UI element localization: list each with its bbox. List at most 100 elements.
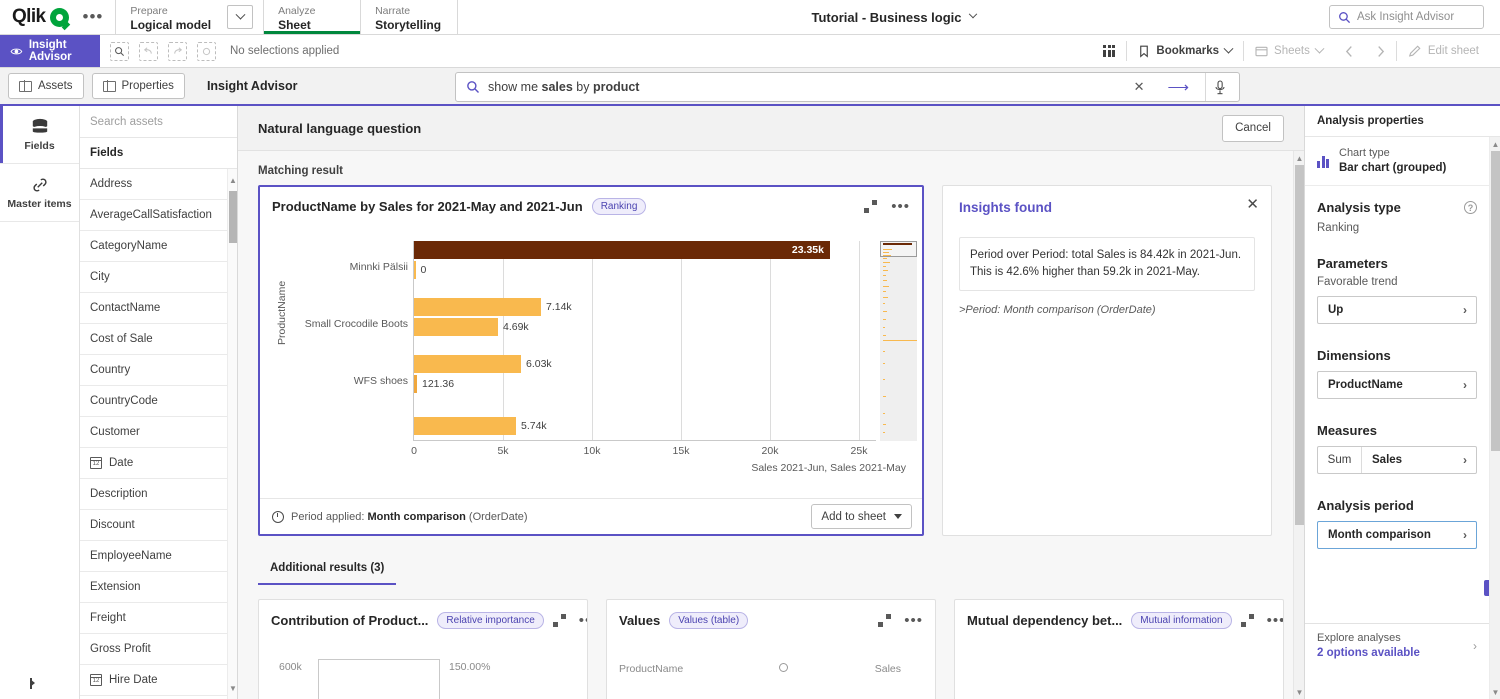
- nav-item-prepare[interactable]: Prepare Logical model: [116, 0, 225, 34]
- ask-insight-advisor-box[interactable]: [1329, 5, 1484, 29]
- scroll-down-icon[interactable]: ▼: [1295, 685, 1304, 699]
- list-item[interactable]: Freight: [80, 603, 237, 634]
- list-item[interactable]: City: [80, 262, 237, 293]
- help-icon[interactable]: ?: [1464, 201, 1477, 214]
- insight-advisor-button[interactable]: Insight Advisor: [0, 35, 100, 67]
- expand-icon[interactable]: [1241, 614, 1254, 627]
- favorable-trend-select[interactable]: Up ›: [1317, 296, 1477, 324]
- bar-crocodile-jun[interactable]: 7.14k: [414, 298, 541, 316]
- nav-item-analyze[interactable]: Analyze Sheet: [264, 0, 360, 34]
- more-options-icon[interactable]: •••: [904, 617, 923, 625]
- additional-card-values-table[interactable]: Values Values (table) ••• ProductName Sa…: [606, 599, 936, 699]
- sheet-grid-button[interactable]: [1092, 35, 1126, 67]
- list-item[interactable]: Extension: [80, 572, 237, 603]
- chart-minimap[interactable]: [880, 241, 917, 441]
- bar-chart[interactable]: ProductName 23.35k: [260, 225, 922, 493]
- list-item[interactable]: CountryCode: [80, 386, 237, 417]
- scroll-down-icon[interactable]: ▼: [1491, 685, 1500, 699]
- sidebar-item-master-items[interactable]: Master items: [0, 164, 79, 222]
- analysis-period-select[interactable]: Month comparison ›: [1317, 521, 1477, 549]
- expand-icon[interactable]: [553, 614, 566, 627]
- expand-icon[interactable]: [864, 200, 877, 213]
- properties-toggle-button[interactable]: Properties: [92, 73, 185, 99]
- additional-card-mutual-information[interactable]: Mutual dependency bet... Mutual informat…: [954, 599, 1284, 699]
- bar-next-jun[interactable]: 5.74k: [414, 417, 516, 435]
- list-item[interactable]: 12 Hire Date: [80, 665, 237, 696]
- list-item[interactable]: Customer: [80, 417, 237, 448]
- scrollbar-thumb[interactable]: [1295, 165, 1304, 525]
- panel-title: Insight Advisor: [207, 79, 298, 93]
- explore-analyses-row[interactable]: Explore analyses 2 options available ›: [1305, 623, 1489, 667]
- bar-wfs-jun[interactable]: 6.03k: [414, 355, 521, 373]
- dimension-select[interactable]: ProductName ›: [1317, 371, 1477, 399]
- scroll-down-icon[interactable]: ▼: [229, 679, 237, 697]
- pencil-icon: [1408, 44, 1422, 58]
- collapse-panel-button[interactable]: [30, 679, 35, 687]
- assets-toggle-button[interactable]: Assets: [8, 73, 84, 99]
- sidebar-item-fields[interactable]: Fields: [0, 106, 79, 164]
- ask-insight-advisor-input[interactable]: [1357, 11, 1472, 23]
- edit-sheet-button[interactable]: Edit sheet: [1397, 35, 1490, 67]
- prev-sheet-button[interactable]: [1334, 35, 1365, 67]
- tab-additional-results[interactable]: Additional results (3): [258, 556, 396, 585]
- list-item[interactable]: Discount: [80, 510, 237, 541]
- scroll-up-icon[interactable]: ▲: [1491, 137, 1500, 151]
- field-name: ContactName: [90, 302, 160, 314]
- more-options-icon[interactable]: •••: [579, 617, 588, 625]
- qlik-logo[interactable]: Qlik: [0, 0, 79, 34]
- bar-minnki-jun[interactable]: 23.35k: [414, 241, 830, 259]
- sheets-button[interactable]: Sheets: [1244, 35, 1334, 67]
- list-item[interactable]: Cost of Sale: [80, 324, 237, 355]
- scroll-up-icon[interactable]: ▲: [229, 171, 237, 189]
- list-item[interactable]: Description: [80, 479, 237, 510]
- clear-query-icon[interactable]: ✕: [1127, 79, 1152, 95]
- list-item[interactable]: EmployeeName: [80, 541, 237, 572]
- chart-card[interactable]: ProductName by Sales for 2021-May and 20…: [258, 185, 924, 536]
- additional-card-relative-importance[interactable]: Contribution of Product... Relative impo…: [258, 599, 588, 699]
- logical-model-dropdown-button[interactable]: [227, 5, 253, 29]
- list-item[interactable]: 12 Date: [80, 448, 237, 479]
- scrollbar-thumb[interactable]: [229, 191, 237, 243]
- more-options-icon[interactable]: •••: [891, 203, 910, 211]
- chevron-down-icon: [968, 10, 976, 18]
- search-icon[interactable]: [779, 663, 799, 675]
- bar-minnki-may[interactable]: 0: [414, 261, 416, 279]
- ellipsis-icon[interactable]: •••: [79, 0, 116, 34]
- measure-select[interactable]: Sum Sales ›: [1317, 446, 1477, 474]
- scrollbar-thumb[interactable]: [1491, 151, 1500, 451]
- list-item[interactable]: AverageCallSatisfaction: [80, 200, 237, 231]
- bar-value-label: 121.36: [422, 378, 454, 390]
- nlq-search-bar[interactable]: show me sales by product ✕ ⟶: [455, 72, 1240, 102]
- scroll-up-icon[interactable]: ▲: [1295, 151, 1304, 165]
- bar-crocodile-may[interactable]: 4.69k: [414, 318, 498, 336]
- main-scrollbar[interactable]: ▲ ▼: [1293, 151, 1304, 699]
- submit-query-icon[interactable]: ⟶: [1159, 78, 1197, 96]
- document-title[interactable]: Tutorial - Business logic: [458, 0, 1329, 34]
- nav-label: Logical model: [130, 18, 211, 33]
- list-item[interactable]: Address: [80, 169, 237, 200]
- search-assets-input[interactable]: Search assets: [80, 106, 237, 138]
- next-sheet-button[interactable]: [1365, 35, 1396, 67]
- query-prefix: show me: [488, 80, 542, 94]
- list-item[interactable]: ContactName: [80, 293, 237, 324]
- list-item[interactable]: CategoryName: [80, 231, 237, 262]
- cancel-button[interactable]: Cancel: [1222, 115, 1284, 142]
- microphone-icon[interactable]: [1205, 73, 1233, 101]
- nav-item-narrate[interactable]: Narrate Storytelling: [361, 0, 457, 34]
- dashed-border: [168, 42, 187, 61]
- expand-icon[interactable]: [878, 614, 891, 627]
- caret-down-icon: [894, 514, 902, 519]
- add-to-sheet-button[interactable]: Add to sheet: [811, 504, 912, 529]
- chart-type-row[interactable]: Chart type Bar chart (grouped): [1305, 137, 1489, 186]
- insights-card: Insights found ✕ Period over Period: tot…: [942, 185, 1272, 536]
- list-item[interactable]: Country: [80, 355, 237, 386]
- close-icon[interactable]: ✕: [1246, 197, 1259, 212]
- nlq-query-text[interactable]: show me sales by product: [488, 80, 1119, 94]
- more-options-icon[interactable]: •••: [1267, 617, 1284, 625]
- list-item[interactable]: Gross Profit: [80, 634, 237, 665]
- assets-scrollbar[interactable]: ▲ ▼: [227, 169, 237, 699]
- bar-wfs-may[interactable]: 121.36: [414, 375, 417, 393]
- bookmarks-button[interactable]: Bookmarks: [1127, 35, 1243, 67]
- selections-tool-icon[interactable]: [110, 42, 129, 61]
- properties-scrollbar[interactable]: ▲ ▼: [1489, 137, 1500, 699]
